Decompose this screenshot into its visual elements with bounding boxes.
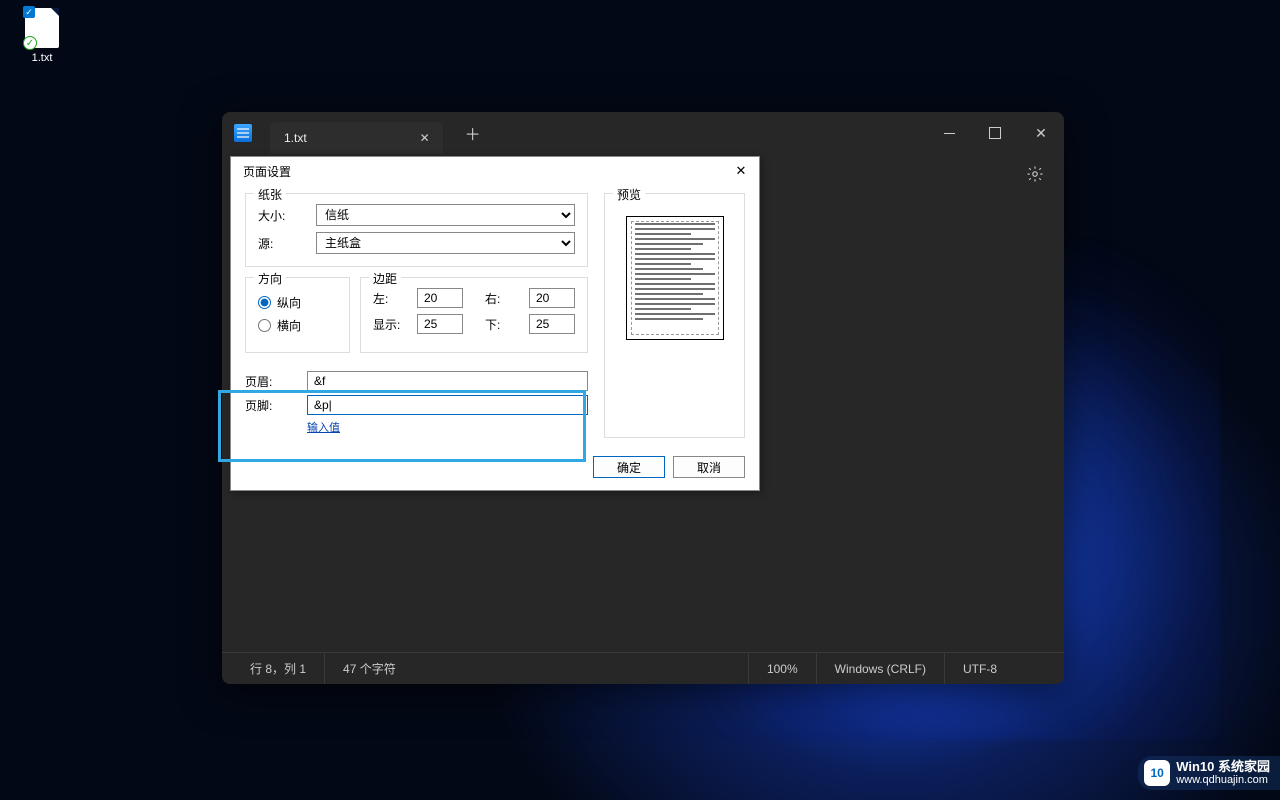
left-margin-label: 左: — [373, 290, 407, 307]
minimize-button[interactable] — [926, 112, 972, 154]
watermark-url: www.qdhuajin.com — [1176, 774, 1270, 786]
orientation-legend: 方向 — [254, 270, 286, 287]
left-margin-input[interactable] — [417, 288, 463, 308]
tab-label: 1.txt — [284, 131, 307, 145]
cancel-button[interactable]: 取消 — [673, 456, 745, 478]
size-label: 大小: — [258, 207, 306, 224]
status-zoom[interactable]: 100% — [748, 653, 816, 684]
bottom-margin-label: 下: — [485, 316, 519, 333]
notepad-app-icon — [234, 124, 252, 142]
bottom-margin-input[interactable] — [529, 314, 575, 334]
status-chars: 47 个字符 — [324, 653, 414, 684]
status-eol[interactable]: Windows (CRLF) — [816, 653, 944, 684]
header-label: 页眉: — [245, 373, 297, 390]
preview-legend: 预览 — [613, 186, 645, 203]
titlebar[interactable]: 1.txt ✕ ＋ ✕ — [222, 112, 1064, 154]
watermark-logo-icon: 10 — [1144, 760, 1170, 786]
footer-input[interactable] — [307, 395, 588, 415]
right-margin-input[interactable] — [529, 288, 575, 308]
paper-legend: 纸张 — [254, 186, 286, 203]
show-margin-label: 显示: — [373, 316, 407, 333]
margins-legend: 边距 — [369, 270, 401, 287]
footer-label: 页脚: — [245, 397, 297, 414]
dialog-title: 页面设置 — [243, 163, 731, 180]
settings-gear-icon[interactable] — [1026, 165, 1044, 183]
status-cursor: 行 8，列 1 — [232, 653, 324, 684]
show-margin-input[interactable] — [417, 314, 463, 334]
input-help-link[interactable]: 输入值 — [307, 422, 340, 434]
dialog-titlebar[interactable]: 页面设置 ✕ — [231, 157, 759, 185]
new-tab-button[interactable]: ＋ — [461, 121, 485, 145]
paper-source-select[interactable]: 主纸盒 — [316, 232, 575, 254]
status-encoding[interactable]: UTF-8 — [944, 653, 1064, 684]
tab-file[interactable]: 1.txt ✕ — [270, 122, 443, 154]
paper-size-select[interactable]: 信纸 — [316, 204, 575, 226]
preview-fieldset: 预览 — [604, 193, 745, 438]
landscape-radio[interactable]: 横向 — [258, 317, 337, 334]
statusbar: 行 8，列 1 47 个字符 100% Windows (CRLF) UTF-8 — [222, 652, 1064, 684]
desktop-file-label: 1.txt — [12, 52, 72, 64]
paper-fieldset: 纸张 大小: 信纸 源: 主纸盒 — [245, 193, 588, 267]
dialog-close-icon[interactable]: ✕ — [731, 161, 751, 181]
portrait-radio[interactable]: 纵向 — [258, 294, 337, 311]
watermark: 10 Win10 系统家园 www.qdhuajin.com — [1138, 756, 1280, 790]
maximize-button[interactable] — [972, 112, 1018, 154]
ok-button[interactable]: 确定 — [593, 456, 665, 478]
page-setup-dialog: 页面设置 ✕ 纸张 大小: 信纸 源: 主纸盒 方向 纵向 横向 — [230, 156, 760, 491]
txt-file-icon: ✓ ✓ — [25, 8, 59, 48]
desktop-file-icon[interactable]: ✓ ✓ 1.txt — [12, 8, 72, 64]
tab-close-icon[interactable]: ✕ — [417, 130, 433, 146]
preview-page — [626, 216, 724, 340]
sync-badge-icon: ✓ — [23, 6, 35, 18]
close-window-button[interactable]: ✕ — [1018, 112, 1064, 154]
source-label: 源: — [258, 235, 306, 252]
status-badge-icon: ✓ — [23, 36, 37, 50]
right-margin-label: 右: — [485, 290, 519, 307]
margins-fieldset: 边距 左: 右: 显示: 下: — [360, 277, 588, 353]
orientation-fieldset: 方向 纵向 横向 — [245, 277, 350, 353]
header-input[interactable] — [307, 371, 588, 391]
